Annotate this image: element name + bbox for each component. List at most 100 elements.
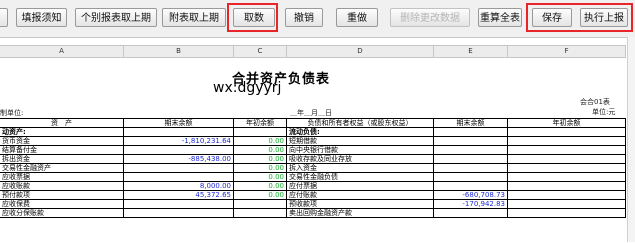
column-heading-e[interactable]: E: [434, 46, 508, 57]
asset-closing-cell[interactable]: 45,372.65: [124, 191, 234, 200]
asset-opening-cell[interactable]: 0.00: [234, 146, 287, 155]
recalculate-table-button[interactable]: 重算全表: [478, 8, 522, 27]
column-headings: A B C D E F: [0, 45, 626, 58]
column-heading-f[interactable]: F: [508, 46, 626, 57]
liability-name-cell[interactable]: 应付票据: [287, 182, 434, 191]
asset-closing-cell[interactable]: [124, 164, 234, 173]
asset-name-cell[interactable]: 应收票据: [0, 173, 124, 182]
asset-closing-cell[interactable]: [124, 209, 234, 218]
form-code: 会合01表: [580, 98, 610, 106]
liability-name-cell[interactable]: 短期借款: [287, 137, 434, 146]
table-row: 动资产: 流动负债:: [0, 128, 626, 137]
toolbar: 填报须知 个别报表取上期 附表取上期 取数 撤销 重做 删除更改数据 重算全表 …: [0, 0, 635, 38]
redo-button[interactable]: 重做: [336, 8, 378, 27]
liability-name-cell[interactable]: 向中央银行借款: [287, 146, 434, 155]
asset-closing-cell[interactable]: [124, 146, 234, 155]
liability-closing-cell[interactable]: [434, 173, 508, 182]
asset-opening-cell[interactable]: [234, 200, 287, 209]
liability-opening-cell[interactable]: [508, 137, 626, 146]
liability-closing-cell[interactable]: [434, 182, 508, 191]
asset-closing-cell[interactable]: [124, 128, 234, 137]
liability-opening-cell[interactable]: [508, 191, 626, 200]
asset-name-cell[interactable]: 应收账款: [0, 182, 124, 191]
header-liabilities-equity: 负债和所有者权益（或股东权益）: [287, 119, 434, 128]
asset-name-cell[interactable]: 货币资金: [0, 137, 124, 146]
liability-name-cell[interactable]: 卖出回购金融资产款: [287, 209, 434, 218]
highlight-box-fetch: [227, 3, 278, 32]
undo-button[interactable]: 撤销: [285, 8, 323, 27]
asset-closing-cell[interactable]: 8,000.00: [124, 182, 234, 191]
table-row: 应收保费 预收款项 -170,942.83: [0, 200, 626, 209]
toolbar-button-partial[interactable]: [0, 8, 8, 27]
table-row: 拆出资金 -885,438.00 0.00 吸收存款及同业存放: [0, 155, 626, 164]
organization-label: 制单位:: [0, 109, 24, 117]
table-row: 应收账款 8,000.00 0.00 应付票据: [0, 182, 626, 191]
liability-opening-cell[interactable]: [508, 173, 626, 182]
liability-closing-cell[interactable]: [434, 209, 508, 218]
table-row: 应收票据 0.00 交易性金融负债: [0, 173, 626, 182]
asset-name-cell[interactable]: 应收保费: [0, 200, 124, 209]
table-row: 预付款项 45,372.65 0.00 应付账款 -680,708.73: [0, 191, 626, 200]
table-header-row: 资 产 期末余额 年初余额 负债和所有者权益（或股东权益） 期末余额 年初余额: [0, 119, 626, 128]
asset-name-cell[interactable]: 应收分保账款: [0, 209, 124, 218]
table-row: 交易性金融资产 0.00 拆入资金: [0, 164, 626, 173]
asset-name-cell[interactable]: 结算备付金: [0, 146, 124, 155]
liability-closing-cell[interactable]: [434, 128, 508, 137]
liability-closing-cell[interactable]: -680,708.73: [434, 191, 508, 200]
asset-name-cell[interactable]: 交易性金融资产: [0, 164, 124, 173]
asset-opening-cell[interactable]: 0.00: [234, 137, 287, 146]
report-date-label: ＿年＿月＿日: [290, 109, 332, 117]
attached-table-prev-period-button[interactable]: 附表取上期: [162, 8, 226, 27]
liability-closing-cell[interactable]: [434, 164, 508, 173]
header-assets: 资 产: [0, 119, 124, 128]
column-heading-d[interactable]: D: [287, 46, 434, 57]
header-opening-balance: 年初余额: [234, 119, 287, 128]
asset-opening-cell[interactable]: 0.00: [234, 173, 287, 182]
liability-opening-cell[interactable]: [508, 146, 626, 155]
asset-name-cell[interactable]: 拆出资金: [0, 155, 124, 164]
liability-opening-cell[interactable]: [508, 164, 626, 173]
watermark-text: wx:dgyyrj: [213, 80, 282, 96]
delete-changed-data-button[interactable]: 删除更改数据: [390, 8, 470, 27]
asset-closing-cell[interactable]: -1,810,231.64: [124, 137, 234, 146]
filling-notes-button[interactable]: 填报须知: [16, 8, 67, 27]
liability-closing-cell[interactable]: [434, 146, 508, 155]
asset-opening-cell[interactable]: 0.00: [234, 182, 287, 191]
asset-opening-cell[interactable]: [234, 128, 287, 137]
asset-name-cell[interactable]: 动资产:: [0, 128, 124, 137]
liability-opening-cell[interactable]: [508, 128, 626, 137]
liability-closing-cell[interactable]: [434, 137, 508, 146]
asset-opening-cell[interactable]: [234, 209, 287, 218]
highlight-box-save-submit: [526, 3, 633, 32]
liability-opening-cell[interactable]: [508, 209, 626, 218]
asset-closing-cell[interactable]: [124, 173, 234, 182]
asset-opening-cell[interactable]: 0.00: [234, 191, 287, 200]
asset-closing-cell[interactable]: [124, 200, 234, 209]
liability-name-cell[interactable]: 吸收存款及同业存放: [287, 155, 434, 164]
individual-report-prev-period-button[interactable]: 个别报表取上期: [75, 8, 157, 27]
liability-opening-cell[interactable]: [508, 182, 626, 191]
liability-opening-cell[interactable]: [508, 155, 626, 164]
liability-name-cell[interactable]: 应付账款: [287, 191, 434, 200]
header-opening-balance-2: 年初余额: [508, 119, 626, 128]
asset-opening-cell[interactable]: 0.00: [234, 155, 287, 164]
column-heading-b[interactable]: B: [124, 46, 234, 57]
header-closing-balance-2: 期末余额: [434, 119, 508, 128]
liability-name-cell[interactable]: 预收款项: [287, 200, 434, 209]
asset-opening-cell[interactable]: 0.00: [234, 164, 287, 173]
vertical-scrollbar[interactable]: [627, 37, 635, 242]
liability-name-cell[interactable]: 拆入资金: [287, 164, 434, 173]
asset-name-cell[interactable]: 预付款项: [0, 191, 124, 200]
liability-opening-cell[interactable]: [508, 200, 626, 209]
table-row: 结算备付金 0.00 向中央银行借款: [0, 146, 626, 155]
liability-name-cell[interactable]: 交易性金融负债: [287, 173, 434, 182]
column-heading-a[interactable]: A: [0, 46, 124, 57]
liability-closing-cell[interactable]: [434, 155, 508, 164]
balance-sheet-grid: 资 产 期末余额 年初余额 负债和所有者权益（或股东权益） 期末余额 年初余额 …: [0, 118, 626, 243]
header-closing-balance: 期末余额: [124, 119, 234, 128]
asset-closing-cell[interactable]: -885,438.00: [124, 155, 234, 164]
liability-closing-cell[interactable]: -170,942.83: [434, 200, 508, 209]
liability-name-cell[interactable]: 流动负债:: [287, 128, 434, 137]
column-heading-c[interactable]: C: [234, 46, 287, 57]
unit-label: 单位:元: [592, 108, 616, 116]
